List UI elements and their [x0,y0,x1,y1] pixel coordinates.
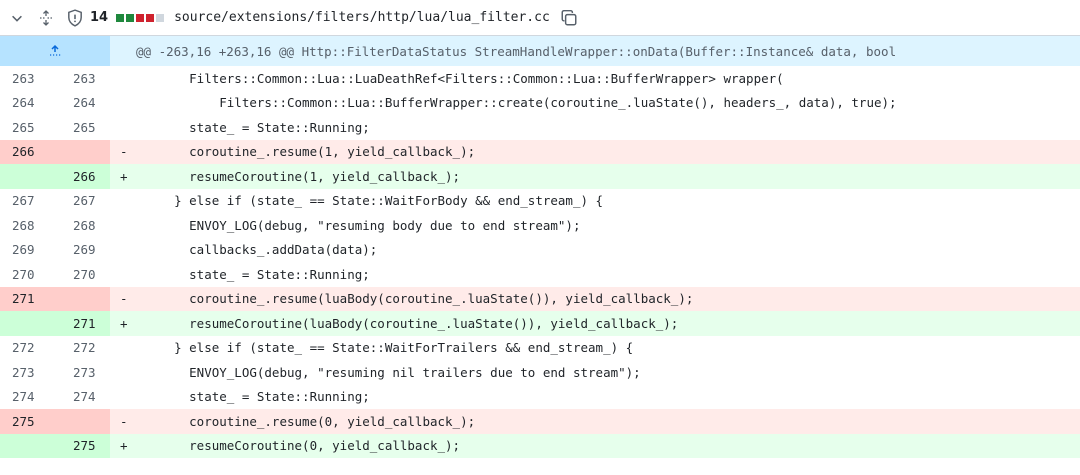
context-line: 263 263 Filters::Common::Lua::LuaDeathRef… [0,66,1080,91]
diffstat-block [126,13,135,22]
code-line: ENVOY_LOG(debug, "resuming nil trailers … [144,364,641,380]
diff-sign: - [120,413,128,429]
code-line: coroutine_.resume(luaBody(coroutine_.lua… [144,291,694,307]
context-line: 267 267 } else if (state_ == State::WaitF… [0,188,1080,214]
old-line-number[interactable]: 273 [0,360,55,385]
diffstat-block [136,13,145,22]
file-header: 14 source/extensions/filters/http/lua/lu… [0,0,1080,36]
diff-sign [110,336,136,361]
diff-sign: + [120,315,128,331]
old-line-number[interactable] [0,311,55,336]
new-line-number[interactable]: 268 [55,213,110,238]
new-line-number[interactable] [55,139,110,164]
old-line-number[interactable]: 266 [0,139,55,164]
shield-icon [66,8,84,27]
new-line-number[interactable] [55,286,110,311]
diff-sign [110,262,136,287]
diff-sign [110,189,136,214]
chevron-down-icon[interactable] [10,11,24,25]
diff-sign: - [120,144,128,160]
new-line-number[interactable]: 269 [55,237,110,262]
context-line: 264 264 Filters::Common::Lua::BufferWrapp… [0,90,1080,116]
old-line-number[interactable]: 267 [0,188,55,213]
old-line-number[interactable]: 263 [0,66,55,91]
code-line: coroutine_.resume(0, yield_callback_); [144,413,476,429]
code-line: Filters::Common::Lua::BufferWrapper::cre… [144,95,897,111]
old-line-number[interactable]: 270 [0,262,55,287]
diff-sign [110,360,136,385]
new-line-number[interactable]: 272 [55,335,110,360]
added-line: 271 + resumeCoroutine(luaBody(coroutine_.… [0,311,1080,336]
old-line-number[interactable]: 274 [0,384,55,409]
old-line-number[interactable] [0,164,55,189]
context-line: 265 265 state_ = State::Running; [0,115,1080,140]
expand-all-icon[interactable] [38,9,54,26]
old-line-number[interactable]: 264 [0,90,55,115]
hunk-header: @@ -263,16 +263,16 @@ Http::FilterDataSt… [0,36,1080,66]
code-line: resumeCoroutine(0, yield_callback_); [144,438,461,454]
context-line: 273 273 ENVOY_LOG(debug, "resuming nil tr… [0,360,1080,385]
diff-sign [110,385,136,410]
added-line: 266 + resumeCoroutine(1, yield_callback_)… [0,164,1080,189]
deleted-line: 266 - coroutine_.resume(1, yield_callback… [0,139,1080,164]
context-line: 268 268 ENVOY_LOG(debug, "resuming body d… [0,213,1080,238]
copy-icon[interactable] [560,9,578,27]
diff-body: 263 263 Filters::Common::Lua::LuaDeathRef… [0,66,1080,458]
new-line-number[interactable]: 264 [55,90,110,115]
new-line-number[interactable]: 266 [55,164,110,189]
code-line: coroutine_.resume(1, yield_callback_); [144,144,476,160]
hunk-text: @@ -263,16 +263,16 @@ Http::FilterDataSt… [136,43,897,59]
new-line-number[interactable]: 275 [55,433,110,458]
diffstat-block [156,13,165,22]
old-line-number[interactable]: 268 [0,213,55,238]
diffstat-bar [116,13,165,22]
context-line: 274 274 state_ = State::Running; [0,384,1080,410]
new-line-number[interactable]: 265 [55,115,110,140]
old-line-number[interactable]: 272 [0,335,55,360]
old-line-number[interactable]: 265 [0,115,55,140]
diff-sign [110,213,136,238]
diff-sign: - [120,291,128,307]
old-line-number[interactable]: 271 [0,286,55,311]
code-line: state_ = State::Running; [144,389,370,405]
diff-sign: + [120,168,128,184]
diffstat-block [116,13,125,22]
change-count: 14 [90,10,109,25]
file-path[interactable]: source/extensions/filters/http/lua/lua_f… [174,10,550,25]
code-line: Filters::Common::Lua::LuaDeathRef<Filter… [144,70,784,86]
new-line-number[interactable]: 263 [55,66,110,91]
code-line: state_ = State::Running; [144,119,370,135]
new-line-number[interactable]: 267 [55,188,110,213]
code-line: } else if (state_ == State::WaitForBody … [144,193,604,209]
new-line-number[interactable] [55,409,110,434]
deleted-line: 275 - coroutine_.resume(0, yield_callback… [0,409,1080,434]
added-line: 275 + resumeCoroutine(0, yield_callback_)… [0,433,1080,458]
new-line-number[interactable]: 271 [55,311,110,336]
new-line-number[interactable]: 270 [55,262,110,287]
diffstat-block [146,13,155,22]
old-line-number[interactable]: 275 [0,409,55,434]
code-line: callbacks_.addData(data); [144,242,378,258]
expand-up-icon[interactable] [0,36,110,66]
context-line: 269 269 callbacks_.addData(data); [0,237,1080,263]
diff-sign: + [120,438,128,454]
new-line-number[interactable]: 274 [55,384,110,409]
diff-sign [110,66,136,91]
diff-sign [110,238,136,263]
code-line: resumeCoroutine(1, yield_callback_); [144,168,461,184]
new-line-number[interactable]: 273 [55,360,110,385]
old-line-number[interactable] [0,433,55,458]
code-line: resumeCoroutine(luaBody(coroutine_.luaSt… [144,315,679,331]
context-line: 272 272 } else if (state_ == State::WaitF… [0,335,1080,361]
old-line-number[interactable]: 269 [0,237,55,262]
code-line: } else if (state_ == State::WaitForTrail… [144,340,634,356]
code-line: ENVOY_LOG(debug, "resuming body due to e… [144,217,581,233]
deleted-line: 271 - coroutine_.resume(luaBody(coroutine… [0,286,1080,311]
diff-sign [110,91,136,116]
diff-sign [110,115,136,140]
context-line: 270 270 state_ = State::Running; [0,262,1080,287]
code-line: state_ = State::Running; [144,266,370,282]
